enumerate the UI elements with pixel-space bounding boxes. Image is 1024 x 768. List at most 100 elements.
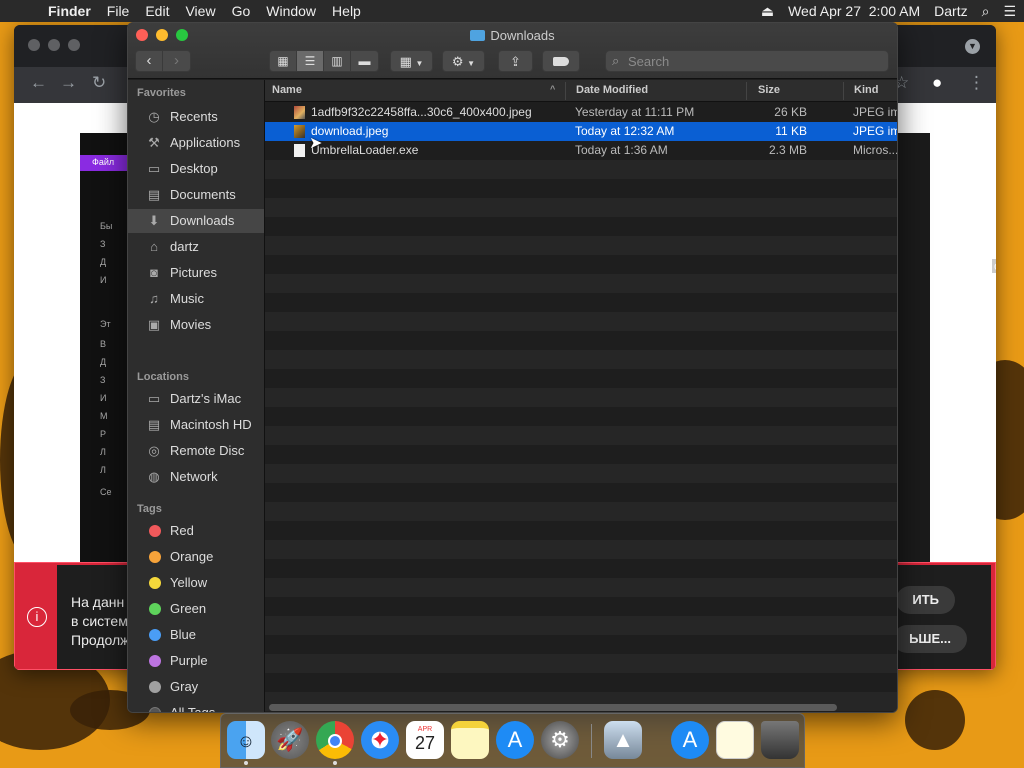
remote-sidebar-item[interactable]: Р [100,429,106,439]
notes-dock-icon[interactable] [451,721,489,759]
menu-window[interactable]: Window [258,3,324,19]
preview-dock-icon[interactable]: ▲ [604,721,642,759]
remote-sidebar-item[interactable]: В [100,339,106,349]
remote-sidebar-item[interactable]: Се [100,487,112,497]
menu-help[interactable]: Help [324,3,369,19]
browser-close-icon[interactable] [28,39,40,51]
finder-window: Downloads ‹ › ▦ ☰ ▥ ▬ ▦ ▼ ⚙ ▼ ⇪ ⌕ Search… [127,22,898,713]
tags-button[interactable] [542,50,580,72]
column-separator[interactable] [746,82,747,100]
menu-go[interactable]: Go [224,3,259,19]
launchpad-dock-icon[interactable]: 🚀 [271,721,309,759]
sidebar-item-home[interactable]: ⌂ dartz [128,235,264,259]
app-store-dock-icon[interactable]: A [496,721,534,759]
sidebar-item-network[interactable]: ◍ Network [128,465,264,489]
remote-sidebar-item[interactable]: Л [100,465,106,475]
sidebar-all-tags[interactable]: All Tags... [128,701,264,712]
column-separator[interactable] [843,82,844,100]
file-row[interactable]: UmbrellaLoader.exe Today at 1:36 AM 2.3 … [265,141,897,160]
file-date-modified: Today at 12:32 AM [575,124,675,138]
file-row[interactable]: 1adfb9f32c22458ffa...30c6_400x400.jpeg Y… [265,103,897,122]
sidebar-tag-red[interactable]: Red [128,519,264,543]
safari-dock-icon[interactable]: ✦ [361,721,399,759]
forward-button[interactable]: › [163,51,190,71]
remote-sidebar-item[interactable]: И [100,275,106,285]
eject-icon[interactable]: ⏏ [761,3,774,20]
remote-sidebar-item[interactable]: З [100,375,105,385]
browser-menu-icon[interactable]: ⋮ [968,73,985,93]
sidebar-item-macintosh-hd[interactable]: ▤ Macintosh HD [128,413,264,437]
menu-edit[interactable]: Edit [137,3,177,19]
menubar-user[interactable]: Dartz [934,3,967,19]
back-button[interactable]: ‹ [136,51,163,71]
file-row-selected[interactable]: download.jpeg Today at 12:32 AM 11 KB JP… [265,122,897,141]
column-size[interactable]: Size [758,84,780,96]
icon-view-button[interactable]: ▦ [270,51,297,71]
group-by-button[interactable]: ▦ ▼ [390,50,433,72]
list-view-button[interactable]: ☰ [297,51,324,71]
finder-dock-icon[interactable]: ☺ [227,721,265,759]
sidebar-item-documents[interactable]: ▤ Documents [128,183,264,207]
sidebar-tag-purple[interactable]: Purple [128,649,264,673]
sort-ascending-icon[interactable]: ^ [550,84,555,94]
remote-sidebar-item[interactable]: Эт [100,319,111,329]
browser-minimize-icon[interactable] [48,39,60,51]
remote-sidebar-item[interactable]: И [100,393,106,403]
reload-icon[interactable]: ↻ [92,73,106,93]
sidebar-item-recents[interactable]: ◷ Recents [128,105,264,129]
search-input[interactable] [628,53,878,70]
sidebar-item-imac[interactable]: ▭ Dartz's iMac [128,387,264,411]
back-arrow-icon[interactable]: ← [30,73,47,93]
sidebar-item-pictures[interactable]: ◙ Pictures [128,261,264,285]
gallery-view-button[interactable]: ▬ [351,51,378,71]
trash-dock-icon[interactable] [761,721,799,759]
horizontal-scrollbar[interactable] [269,704,837,711]
chrome-dock-icon[interactable] [316,721,354,759]
share-button[interactable]: ⇪ [498,50,533,72]
menu-bar: Finder File Edit View Go Window Help ⏏ W… [0,0,1024,22]
forward-arrow-icon[interactable]: → [60,73,77,93]
browser-zoom-icon[interactable] [68,39,80,51]
sidebar-tag-green[interactable]: Green [128,597,264,621]
remote-menu-tab[interactable]: Файл [80,155,134,171]
sidebar-tag-orange[interactable]: Orange [128,545,264,569]
action-menu-button[interactable]: ⚙ ▼ [442,50,485,72]
notification-center-icon[interactable]: ☰ [1003,3,1016,20]
warning-primary-button[interactable]: ИТЬ [896,586,955,614]
sidebar-item-applications[interactable]: ⚒ Applications [128,131,264,155]
spotlight-search-icon[interactable]: ⌕ [982,3,990,20]
sidebar-item-desktop[interactable]: ▭ Desktop [128,157,264,181]
remote-sidebar-item[interactable]: М [100,411,108,421]
remote-sidebar-item[interactable]: Бы [100,221,112,231]
tag-icon [553,57,569,66]
system-preferences-dock-icon[interactable]: ⚙ [541,721,579,759]
sidebar-item-downloads[interactable]: ⬇ Downloads [128,209,264,233]
sidebar-item-movies[interactable]: ▣ Movies [128,313,264,337]
column-date-modified[interactable]: Date Modified [576,84,648,96]
menu-view[interactable]: View [177,3,223,19]
calendar-dock-icon[interactable]: APR 27 [406,721,444,759]
warning-text-line: в систем [71,613,128,629]
downloads-stack-dock-icon[interactable]: A [671,721,709,759]
warning-more-button[interactable]: ЬШЕ... [893,625,967,653]
remote-sidebar-item[interactable]: Л [100,447,106,457]
remote-sidebar-item[interactable]: З [100,239,105,249]
column-name[interactable]: Name [272,84,302,96]
menu-app-finder[interactable]: Finder [40,3,99,19]
tab-dropdown-icon[interactable]: ▼ [965,39,980,54]
column-separator[interactable] [565,82,566,100]
menubar-clock[interactable]: Wed Apr 27 2:00 AM [788,3,920,19]
sidebar-item-remote-disc[interactable]: ◎ Remote Disc [128,439,264,463]
sidebar-item-music[interactable]: ♫ Music [128,287,264,311]
column-view-button[interactable]: ▥ [324,51,351,71]
menu-file[interactable]: File [99,3,138,19]
sidebar-tag-gray[interactable]: Gray [128,675,264,699]
remote-sidebar-item[interactable]: Д [100,357,106,367]
column-kind[interactable]: Kind [854,84,878,96]
remote-sidebar-item[interactable]: Д [100,257,106,267]
document-stack-dock-icon[interactable] [716,721,754,759]
sidebar-tag-yellow[interactable]: Yellow [128,571,264,595]
search-field[interactable]: ⌕ [605,50,889,72]
profile-icon[interactable]: ● [932,73,942,93]
sidebar-tag-blue[interactable]: Blue [128,623,264,647]
